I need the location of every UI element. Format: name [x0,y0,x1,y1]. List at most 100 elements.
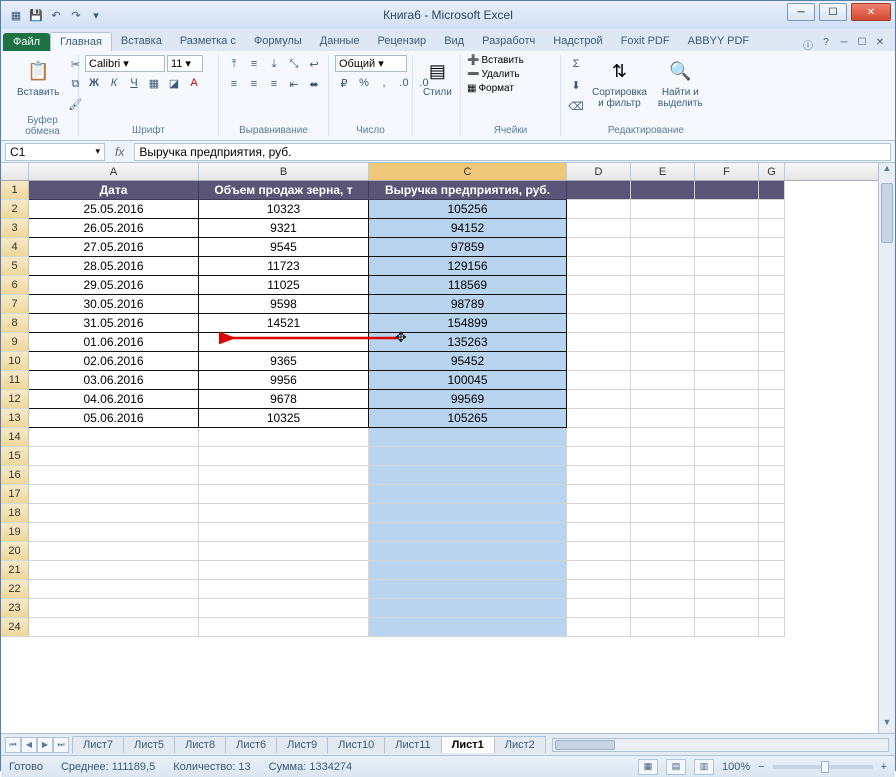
cell[interactable] [759,238,785,257]
cell[interactable] [199,428,369,447]
cell[interactable] [759,276,785,295]
row-header[interactable]: 4 [1,238,29,257]
cell[interactable]: 26.05.2016 [29,219,199,238]
cell[interactable] [695,181,759,200]
sheet-tab-Лист6[interactable]: Лист6 [225,736,277,753]
row-header[interactable]: 15 [1,447,29,466]
cell[interactable] [631,219,695,238]
fill-icon[interactable]: ⬇ [567,76,585,94]
cell[interactable] [631,257,695,276]
row-header[interactable]: 18 [1,504,29,523]
cell[interactable]: 9545 [199,238,369,257]
cell[interactable] [695,542,759,561]
row-header[interactable]: 8 [1,314,29,333]
scroll-up-icon[interactable]: ▲ [879,163,895,179]
cell[interactable] [759,295,785,314]
row-header[interactable]: 20 [1,542,29,561]
cell[interactable] [567,523,631,542]
row-header[interactable]: 7 [1,295,29,314]
cell[interactable]: 129156 [369,257,567,276]
cell[interactable] [759,352,785,371]
cell[interactable] [759,561,785,580]
maximize-button[interactable]: ☐ [819,3,847,21]
row-header[interactable]: 23 [1,599,29,618]
cell[interactable] [567,257,631,276]
col-header-G[interactable]: G [759,163,785,180]
row-header[interactable]: 6 [1,276,29,295]
cell[interactable]: 9321 [199,219,369,238]
cell[interactable] [567,238,631,257]
cell[interactable] [199,561,369,580]
minimize-button[interactable]: ─ [787,3,815,21]
cell[interactable] [567,580,631,599]
scroll-thumb[interactable] [881,183,893,243]
col-header-C[interactable]: C [369,163,567,180]
cell[interactable] [631,390,695,409]
cell[interactable] [29,599,199,618]
format-cells-button[interactable]: ▦Формат [467,83,514,94]
cell[interactable] [759,580,785,599]
sheet-tab-Лист5[interactable]: Лист5 [123,736,175,753]
cell[interactable] [631,542,695,561]
cell[interactable]: 10325 [199,409,369,428]
cell[interactable] [759,523,785,542]
cell[interactable] [567,504,631,523]
cell[interactable] [759,409,785,428]
align-middle-icon[interactable]: ≡ [245,55,263,73]
cell[interactable] [567,390,631,409]
cell[interactable] [29,428,199,447]
cell[interactable] [631,200,695,219]
ribbon-tab-Разработч[interactable]: Разработч [473,32,544,51]
cell[interactable]: 27.05.2016 [29,238,199,257]
row-header[interactable]: 11 [1,371,29,390]
ribbon-tab-Разметка с[interactable]: Разметка с [171,32,245,51]
cell[interactable] [369,447,567,466]
cell[interactable] [369,542,567,561]
ribbon-tab-Главная[interactable]: Главная [50,32,112,51]
cell[interactable] [631,447,695,466]
cell[interactable] [29,523,199,542]
orientation-icon[interactable]: ⤡ [285,55,303,73]
align-top-icon[interactable]: ⤒ [225,55,243,73]
undo-icon[interactable]: ↶ [47,6,65,24]
cell[interactable]: 9365 [199,352,369,371]
sheet-first-icon[interactable]: ⏮ [5,737,21,753]
view-pagebreak-icon[interactable]: ▥ [694,759,714,775]
cell[interactable] [567,200,631,219]
font-name-select[interactable]: Calibri▾ [85,55,165,72]
col-header-D[interactable]: D [567,163,631,180]
cell[interactable] [695,333,759,352]
find-select-button[interactable]: 🔍 Найти и выделить [654,55,707,111]
cell[interactable] [567,276,631,295]
row-header[interactable]: 22 [1,580,29,599]
cell[interactable] [631,181,695,200]
cell[interactable]: 9678 [199,390,369,409]
cell[interactable] [631,561,695,580]
cell[interactable] [695,352,759,371]
row-header[interactable]: 3 [1,219,29,238]
autosum-icon[interactable]: Σ [567,55,585,73]
cell[interactable] [695,238,759,257]
cell[interactable] [695,295,759,314]
cell[interactable] [695,485,759,504]
align-right-icon[interactable]: ≡ [265,75,283,93]
cell[interactable] [631,276,695,295]
cell[interactable] [29,561,199,580]
cell[interactable] [369,504,567,523]
sheet-last-icon[interactable]: ⏭ [53,737,69,753]
ribbon-tab-Foxit PDF[interactable]: Foxit PDF [612,32,679,51]
cell[interactable] [567,219,631,238]
cell[interactable]: 11025 [199,276,369,295]
view-normal-icon[interactable]: ▦ [638,759,658,775]
cell[interactable]: 31.05.2016 [29,314,199,333]
cell[interactable] [567,542,631,561]
cell[interactable]: 30.05.2016 [29,295,199,314]
cell[interactable]: 05.06.2016 [29,409,199,428]
cell[interactable]: 03.06.2016 [29,371,199,390]
sort-filter-button[interactable]: ⇅ Сортировка и фильтр [588,55,651,111]
save-icon[interactable]: 💾 [27,6,45,24]
underline-button[interactable]: Ч [125,74,143,92]
border-button[interactable]: ▦ [145,74,163,92]
redo-icon[interactable]: ↷ [67,6,85,24]
cell[interactable] [631,352,695,371]
